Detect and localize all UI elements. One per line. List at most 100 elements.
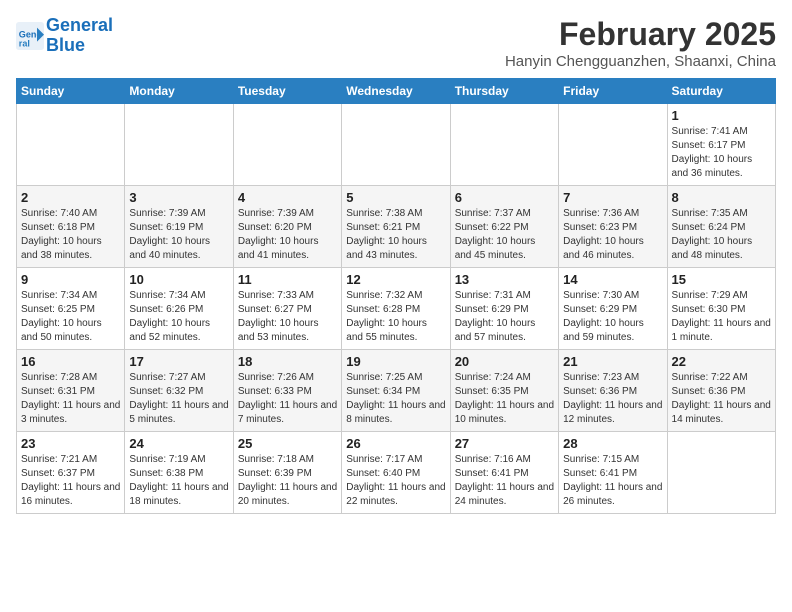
day-number: 9 [21, 272, 120, 287]
calendar-table: SundayMondayTuesdayWednesdayThursdayFrid… [16, 78, 776, 514]
calendar-cell: 7 Sunrise: 7:36 AM Sunset: 6:23 PM Daylig… [559, 186, 667, 268]
calendar-week-2: 2 Sunrise: 7:40 AM Sunset: 6:18 PM Daylig… [17, 186, 776, 268]
calendar-cell: 16Sunrise: 7:28 AM Sunset: 6:31 PM Dayli… [17, 350, 125, 432]
day-info: Sunrise: 7:39 AM Sunset: 6:20 PM Dayligh… [238, 207, 337, 263]
weekday-header-saturday: Saturday [667, 79, 775, 104]
logo-text: General Blue [46, 16, 113, 56]
day-info: Sunrise: 7:25 AM Sunset: 6:34 PM Dayligh… [346, 371, 445, 427]
calendar-cell: 1 Sunrise: 7:41 AM Sunset: 6:17 PM Daylig… [667, 104, 775, 186]
day-number: 20 [455, 354, 554, 369]
calendar-cell: 25 Sunrise: 7:18 AM Sunset: 6:39 PM Dayli… [233, 432, 341, 514]
day-info: Sunrise: 7:27 AM Sunset: 6:32 PM Dayligh… [129, 371, 228, 427]
day-info: Sunrise: 7:33 AM Sunset: 6:27 PM Dayligh… [238, 289, 337, 345]
day-info: Sunrise: 7:36 AM Sunset: 6:23 PM Dayligh… [563, 207, 662, 263]
calendar-week-5: 23Sunrise: 7:21 AM Sunset: 6:37 PM Dayli… [17, 432, 776, 514]
day-number: 28 [563, 436, 662, 451]
calendar-cell: 18 Sunrise: 7:26 AM Sunset: 6:33 PM Dayli… [233, 350, 341, 432]
day-number: 17 [129, 354, 228, 369]
logo: Gene ral General Blue [16, 16, 113, 56]
day-info: Sunrise: 7:29 AM Sunset: 6:30 PM Dayligh… [672, 289, 771, 345]
calendar-cell [342, 104, 450, 186]
logo-icon: Gene ral [16, 22, 44, 50]
calendar-cell [559, 104, 667, 186]
calendar-cell: 26 Sunrise: 7:17 AM Sunset: 6:40 PM Dayli… [342, 432, 450, 514]
day-number: 18 [238, 354, 337, 369]
day-number: 19 [346, 354, 445, 369]
calendar-cell: 15 Sunrise: 7:29 AM Sunset: 6:30 PM Dayli… [667, 268, 775, 350]
day-number: 4 [238, 190, 337, 205]
day-info: Sunrise: 7:19 AM Sunset: 6:38 PM Dayligh… [129, 453, 228, 509]
day-number: 5 [346, 190, 445, 205]
weekday-header-thursday: Thursday [450, 79, 558, 104]
day-info: Sunrise: 7:17 AM Sunset: 6:40 PM Dayligh… [346, 453, 445, 509]
day-info: Sunrise: 7:32 AM Sunset: 6:28 PM Dayligh… [346, 289, 445, 345]
day-number: 27 [455, 436, 554, 451]
day-number: 3 [129, 190, 228, 205]
day-number: 14 [563, 272, 662, 287]
calendar-cell: 12 Sunrise: 7:32 AM Sunset: 6:28 PM Dayli… [342, 268, 450, 350]
day-info: Sunrise: 7:37 AM Sunset: 6:22 PM Dayligh… [455, 207, 554, 263]
weekday-header-wednesday: Wednesday [342, 79, 450, 104]
day-info: Sunrise: 7:22 AM Sunset: 6:36 PM Dayligh… [672, 371, 771, 427]
title-area: February 2025 Hanyin Chengguanzhen, Shaa… [505, 16, 776, 70]
calendar-cell: 8Sunrise: 7:35 AM Sunset: 6:24 PM Daylig… [667, 186, 775, 268]
calendar-cell: 21Sunrise: 7:23 AM Sunset: 6:36 PM Dayli… [559, 350, 667, 432]
day-number: 6 [455, 190, 554, 205]
day-info: Sunrise: 7:31 AM Sunset: 6:29 PM Dayligh… [455, 289, 554, 345]
month-title: February 2025 [505, 16, 776, 53]
calendar-cell: 6 Sunrise: 7:37 AM Sunset: 6:22 PM Daylig… [450, 186, 558, 268]
calendar-cell: 10 Sunrise: 7:34 AM Sunset: 6:26 PM Dayli… [125, 268, 233, 350]
day-number: 22 [672, 354, 771, 369]
weekday-header-monday: Monday [125, 79, 233, 104]
calendar-cell: 17 Sunrise: 7:27 AM Sunset: 6:32 PM Dayli… [125, 350, 233, 432]
calendar-cell: 23Sunrise: 7:21 AM Sunset: 6:37 PM Dayli… [17, 432, 125, 514]
calendar-cell [233, 104, 341, 186]
calendar-cell: 11 Sunrise: 7:33 AM Sunset: 6:27 PM Dayli… [233, 268, 341, 350]
calendar-cell: 4 Sunrise: 7:39 AM Sunset: 6:20 PM Daylig… [233, 186, 341, 268]
day-number: 2 [21, 190, 120, 205]
day-info: Sunrise: 7:34 AM Sunset: 6:25 PM Dayligh… [21, 289, 120, 345]
day-number: 15 [672, 272, 771, 287]
weekday-header-row: SundayMondayTuesdayWednesdayThursdayFrid… [17, 79, 776, 104]
day-info: Sunrise: 7:26 AM Sunset: 6:33 PM Dayligh… [238, 371, 337, 427]
day-info: Sunrise: 7:39 AM Sunset: 6:19 PM Dayligh… [129, 207, 228, 263]
calendar-cell: 5 Sunrise: 7:38 AM Sunset: 6:21 PM Daylig… [342, 186, 450, 268]
day-number: 10 [129, 272, 228, 287]
calendar-cell: 20 Sunrise: 7:24 AM Sunset: 6:35 PM Dayli… [450, 350, 558, 432]
calendar-cell: 22 Sunrise: 7:22 AM Sunset: 6:36 PM Dayli… [667, 350, 775, 432]
calendar-week-1: 1 Sunrise: 7:41 AM Sunset: 6:17 PM Daylig… [17, 104, 776, 186]
calendar-cell: 28 Sunrise: 7:15 AM Sunset: 6:41 PM Dayli… [559, 432, 667, 514]
weekday-header-tuesday: Tuesday [233, 79, 341, 104]
day-number: 11 [238, 272, 337, 287]
day-info: Sunrise: 7:15 AM Sunset: 6:41 PM Dayligh… [563, 453, 662, 509]
day-number: 16 [21, 354, 120, 369]
day-number: 7 [563, 190, 662, 205]
day-number: 26 [346, 436, 445, 451]
day-number: 24 [129, 436, 228, 451]
calendar-cell: 2 Sunrise: 7:40 AM Sunset: 6:18 PM Daylig… [17, 186, 125, 268]
day-info: Sunrise: 7:24 AM Sunset: 6:35 PM Dayligh… [455, 371, 554, 427]
day-info: Sunrise: 7:41 AM Sunset: 6:17 PM Dayligh… [672, 125, 771, 181]
weekday-header-sunday: Sunday [17, 79, 125, 104]
day-number: 13 [455, 272, 554, 287]
day-info: Sunrise: 7:34 AM Sunset: 6:26 PM Dayligh… [129, 289, 228, 345]
day-info: Sunrise: 7:21 AM Sunset: 6:37 PM Dayligh… [21, 453, 120, 509]
calendar-week-4: 16Sunrise: 7:28 AM Sunset: 6:31 PM Dayli… [17, 350, 776, 432]
calendar-cell [450, 104, 558, 186]
calendar-cell: 24 Sunrise: 7:19 AM Sunset: 6:38 PM Dayli… [125, 432, 233, 514]
calendar-cell: 19 Sunrise: 7:25 AM Sunset: 6:34 PM Dayli… [342, 350, 450, 432]
day-info: Sunrise: 7:38 AM Sunset: 6:21 PM Dayligh… [346, 207, 445, 263]
day-number: 25 [238, 436, 337, 451]
day-info: Sunrise: 7:18 AM Sunset: 6:39 PM Dayligh… [238, 453, 337, 509]
day-info: Sunrise: 7:23 AM Sunset: 6:36 PM Dayligh… [563, 371, 662, 427]
day-info: Sunrise: 7:35 AM Sunset: 6:24 PM Dayligh… [672, 207, 771, 263]
day-info: Sunrise: 7:30 AM Sunset: 6:29 PM Dayligh… [563, 289, 662, 345]
day-info: Sunrise: 7:40 AM Sunset: 6:18 PM Dayligh… [21, 207, 120, 263]
calendar-cell [17, 104, 125, 186]
calendar-cell: 9 Sunrise: 7:34 AM Sunset: 6:25 PM Daylig… [17, 268, 125, 350]
calendar-cell: 27Sunrise: 7:16 AM Sunset: 6:41 PM Dayli… [450, 432, 558, 514]
calendar-cell: 13 Sunrise: 7:31 AM Sunset: 6:29 PM Dayli… [450, 268, 558, 350]
day-number: 1 [672, 108, 771, 123]
header: Gene ral General Blue February 2025 Hany… [16, 16, 776, 70]
day-number: 12 [346, 272, 445, 287]
